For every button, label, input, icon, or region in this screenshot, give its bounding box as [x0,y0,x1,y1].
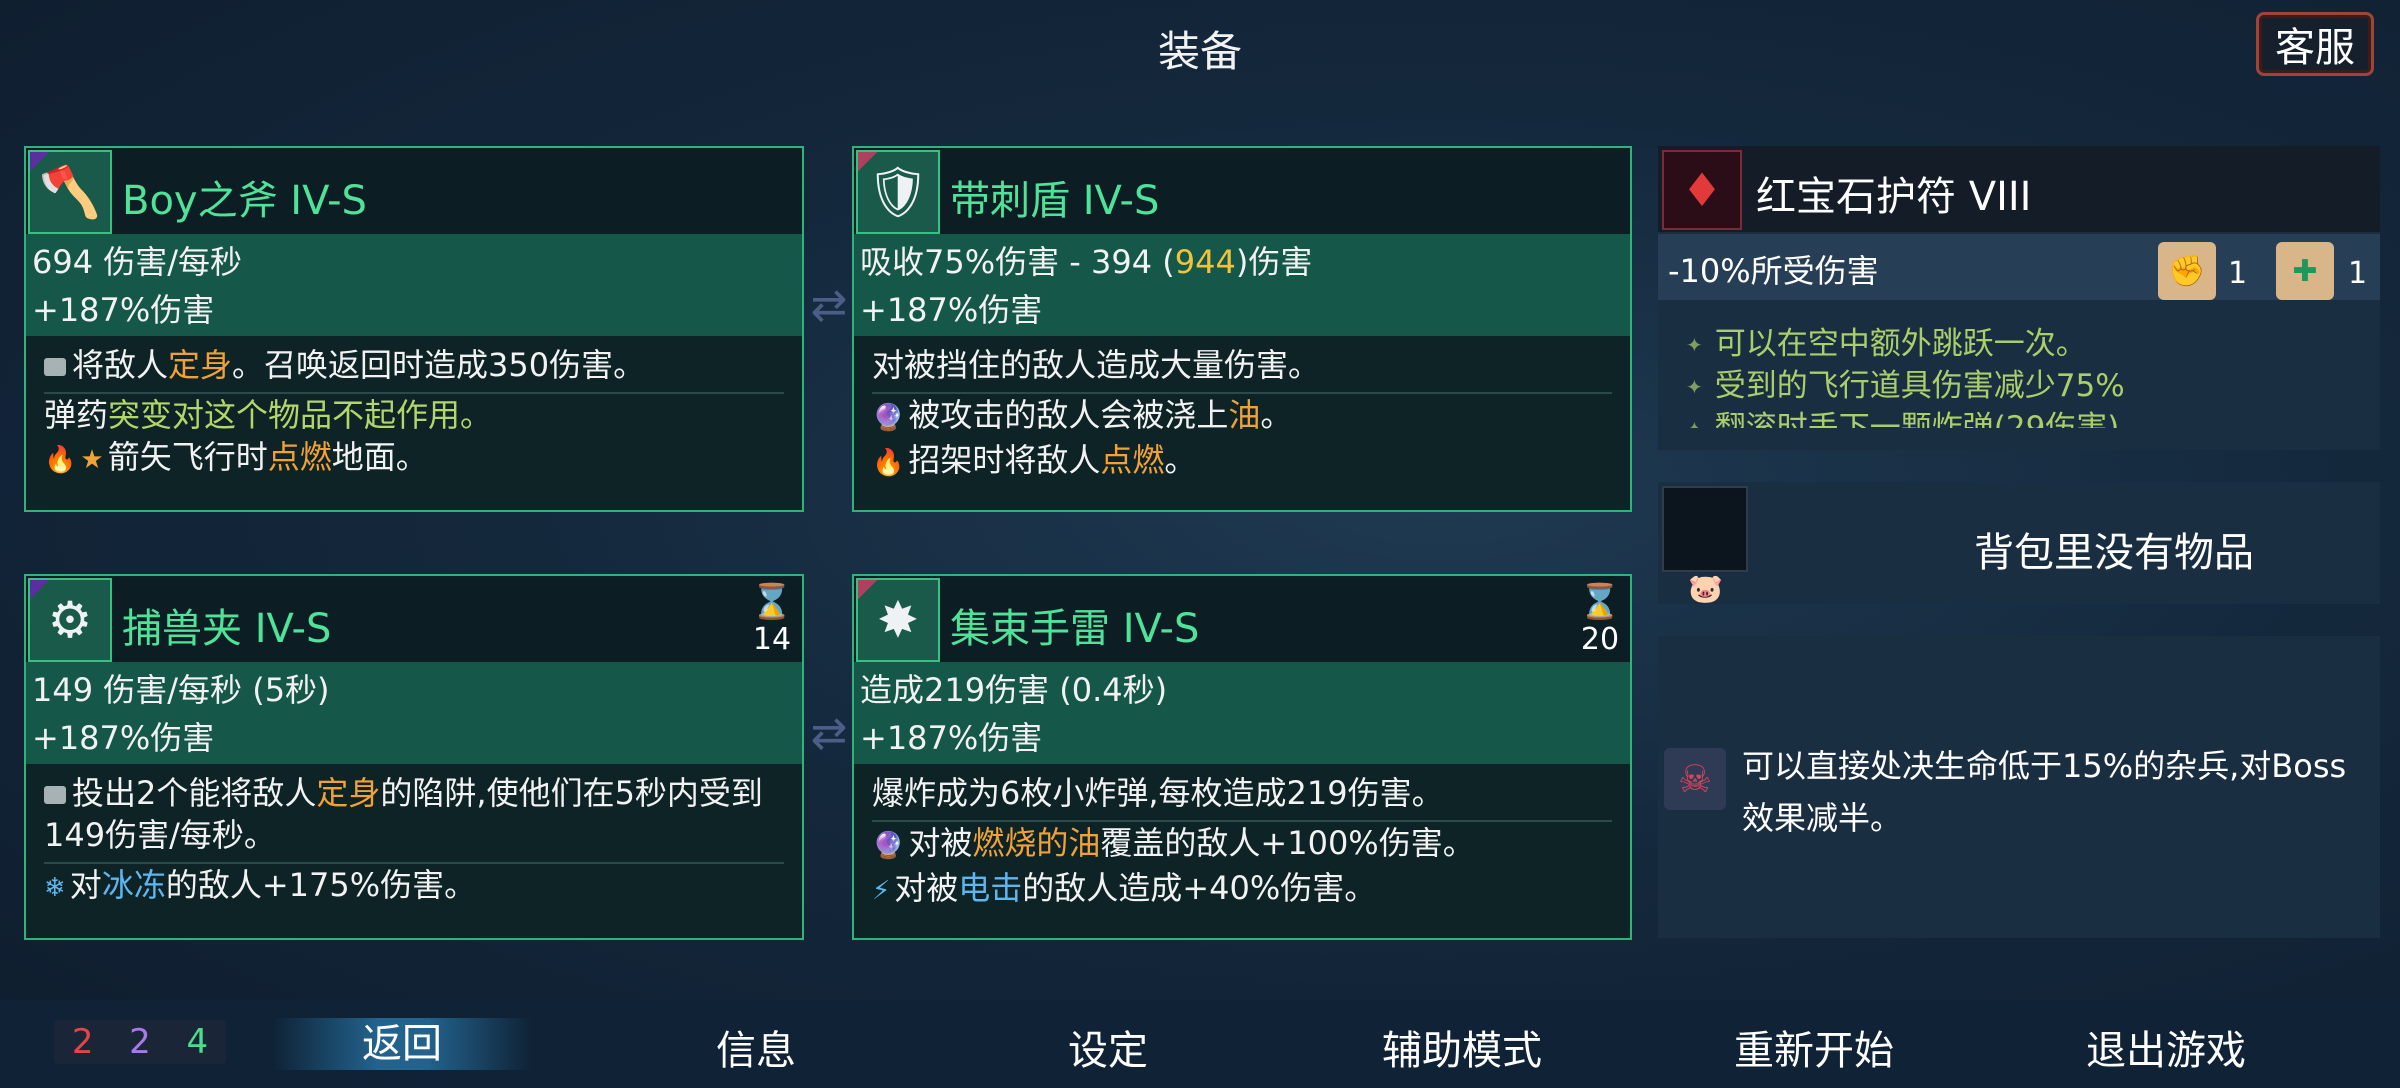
item-name: 集束手雷 IV-S [950,606,1200,652]
item-name: 带刺盾 IV-S [950,178,1160,224]
red-scroll-count: 1 [2228,256,2248,291]
menu-back[interactable]: 返回 [272,1018,532,1070]
oil-icon: 🔮 [872,831,905,861]
star-icon: ★ [80,445,104,475]
cooldown: ⌛ 20 [1578,582,1622,657]
lock-icon [44,786,66,804]
item-damage: 造成219伤害 (0.4秒) [860,671,1168,709]
item-description: 爆炸成为6枚小炸弹,每枚造成219伤害。 [872,772,1612,822]
item-bonus: +187%伤害 [32,291,215,329]
item-bonus: +187%伤害 [860,291,1043,329]
item-affix: 🔥 ★ 箭矢飞行时点燃地面。 [44,438,428,476]
menu-restart[interactable]: 重新开始 [1684,1018,1944,1076]
mutation-description: 可以直接处决生命低于15%的杂兵,对Boss效果减半。 [1742,747,2347,837]
weapon-slot-1[interactable]: 🪓 Boy之斧 IV-S 694 伤害/每秒 +187%伤害 将敌人定身。召唤返… [24,146,804,512]
item-absorb: 吸收75%伤害 - 394 (944)伤害 [860,243,1313,281]
snowflake-icon: ❄ [44,873,66,903]
bottom-menu-bar: 2 2 4 返回 信息 设定 辅助模式 重新开始 退出游戏 [0,1000,2400,1088]
amulet-effect: 翻滚时丢下一颗炸弹(29伤害)。 [1686,408,2370,428]
item-description: 投出2个能将敌人定身的陷阱,使他们在5秒内受到149伤害/每秒。 [44,772,784,864]
customer-service-button[interactable]: 客服 [2256,12,2374,76]
item-affix: 🔮 对被燃烧的油覆盖的敌人+100%伤害。 [872,824,1475,862]
ruby-amulet-icon: ♦ [1662,150,1742,230]
scroll-counter: 2 2 4 [54,1020,226,1064]
backpack-empty-text: 背包里没有物品 [1974,530,2254,576]
item-affix: 弹药突变对这个物品不起作用。 [44,396,493,434]
skill-slot-1[interactable]: ⚙ 捕兽夹 IV-S ⌛ 14 149 伤害/每秒 (5秒) +187%伤害 投… [24,574,804,940]
hourglass-icon: ⌛ [750,582,794,622]
lock-icon [44,358,66,376]
green-scroll-count: 1 [2348,256,2368,291]
red-scroll-icon: ✊ [2158,242,2216,300]
menu-settings[interactable]: 设定 [978,1018,1238,1076]
lightning-icon: ⚡ [872,876,891,906]
cooldown: ⌛ 14 [750,582,794,657]
cluster-grenade-icon: ✸ [856,578,940,662]
amulet-effect: 可以在空中额外跳跃一次。 [1686,324,2370,366]
fire-icon: 🔥 [872,448,905,478]
amulet-stat: -10%所受伤害 [1668,252,1879,290]
brutality-count: 2 [71,1022,94,1062]
item-affix: ❄ 对冰冻的敌人+175%伤害。 [44,866,477,904]
survival-count: 4 [186,1022,209,1062]
menu-info[interactable]: 信息 [626,1018,886,1076]
item-description: 将敌人定身。召唤返回时造成350伤害。 [44,344,784,394]
backpack-panel[interactable]: 🐷 背包里没有物品 [1658,482,2380,605]
item-bonus: +187%伤害 [32,719,215,757]
item-affix: ⚡ 对被电击的敌人造成+40%伤害。 [872,869,1377,907]
cooldown-seconds: 20 [1580,622,1620,657]
item-bonus: +187%伤害 [860,719,1043,757]
bear-trap-icon: ⚙ [28,578,112,662]
swap-weapons-icon[interactable]: ⇄ [808,284,850,328]
item-name: Boy之斧 IV-S [122,178,367,224]
item-name: 捕兽夹 IV-S [122,606,332,652]
item-affix: 🔮 被攻击的敌人会被浇上油。 [872,396,1293,434]
fire-icon: 🔥 [44,445,77,475]
cooldown-seconds: 14 [752,622,792,657]
mutation-panel: ☠ 可以直接处决生命低于15%的杂兵,对Boss效果减半。 [1658,636,2380,938]
amulet-panel[interactable]: ♦ 红宝石护符 VIII -10%所受伤害 ✊ 1 ✚ 1 可以在空中额外跳跃一… [1658,146,2380,450]
hourglass-icon: ⌛ [1578,582,1622,622]
oil-icon: 🔮 [872,403,905,433]
menu-quit-game[interactable]: 退出游戏 [2036,1018,2296,1076]
item-dps: 694 伤害/每秒 [32,243,243,281]
screen-title: 装备 [1157,27,1242,76]
amulet-effect: 受到的飞行道具伤害减少75% [1686,366,2370,408]
weapon-slot-2[interactable]: 🛡 带刺盾 IV-S 吸收75%伤害 - 394 (944)伤害 +187%伤害… [852,146,1632,512]
skill-slot-2[interactable]: ✸ 集束手雷 IV-S ⌛ 20 造成219伤害 (0.4秒) +187%伤害 … [852,574,1632,940]
axe-icon: 🪓 [28,150,112,234]
tactics-count: 2 [129,1022,151,1062]
spiked-shield-icon: 🛡 [856,150,940,234]
item-affix: 🔥 招架时将敌人点燃。 [872,441,1197,479]
item-description: 对被挡住的敌人造成大量伤害。 [872,344,1612,394]
item-dps: 149 伤害/每秒 (5秒) [32,671,330,709]
swap-skills-icon[interactable]: ⇄ [808,712,850,756]
amulet-name: 红宝石护符 VIII [1756,174,2032,220]
menu-assist-mode[interactable]: 辅助模式 [1332,1018,1592,1076]
green-scroll-icon: ✚ [2276,242,2334,300]
execution-mutation-icon: ☠ [1664,748,1726,810]
amulet-effects: 可以在空中额外跳跃一次。 受到的飞行道具伤害减少75% 翻滚时丢下一颗炸弹(29… [1686,324,2370,428]
